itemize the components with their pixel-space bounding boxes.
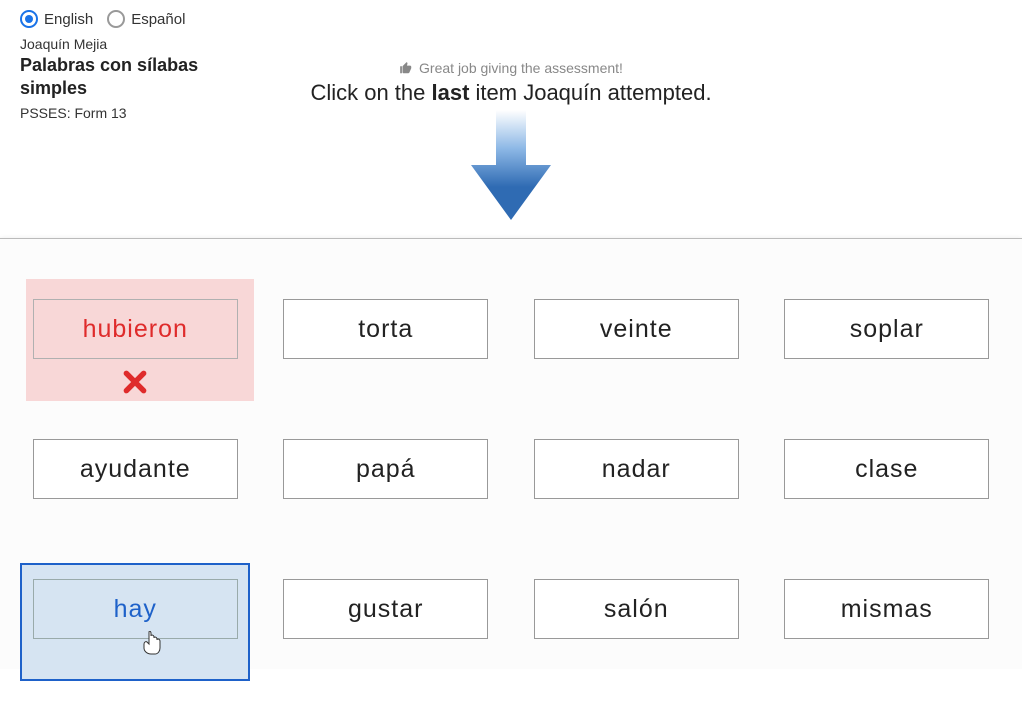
word-cell-hay[interactable]: hay <box>30 579 241 639</box>
x-mark-icon <box>122 369 148 400</box>
radio-english-label: English <box>44 11 93 28</box>
radio-icon <box>107 10 125 28</box>
word-card: mismas <box>784 579 989 639</box>
student-name: Joaquín Mejia <box>20 36 1002 52</box>
word-cell-hubieron[interactable]: hubieron <box>30 299 241 359</box>
word-cell-papa[interactable]: papá <box>281 439 492 499</box>
word-cell-ayudante[interactable]: ayudante <box>30 439 241 499</box>
language-selector: English Español <box>20 10 1002 28</box>
word-card: soplar <box>784 299 989 359</box>
down-arrow-icon <box>471 110 551 225</box>
radio-icon <box>20 10 38 28</box>
word-cell-gustar[interactable]: gustar <box>281 579 492 639</box>
word-card: gustar <box>283 579 488 639</box>
word-card: hay <box>33 579 238 639</box>
word-card: ayudante <box>33 439 238 499</box>
radio-espanol[interactable]: Español <box>107 10 185 28</box>
instr-bold: last <box>432 80 470 105</box>
word-card: veinte <box>534 299 739 359</box>
word-grid: hubieron torta veinte soplar ayudante pa… <box>30 299 992 639</box>
cursor-icon <box>142 631 162 660</box>
praise-label: Great job giving the assessment! <box>419 60 623 76</box>
instruction-block: Great job giving the assessment! Click o… <box>0 60 1022 106</box>
word-cell-clase[interactable]: clase <box>782 439 993 499</box>
instruction-text: Click on the last item Joaquín attempted… <box>0 80 1022 106</box>
radio-english[interactable]: English <box>20 10 93 28</box>
header-area: English Español Joaquín Mejia Palabras c… <box>0 0 1022 238</box>
word-card: hubieron <box>33 299 238 359</box>
word-cell-mismas[interactable]: mismas <box>782 579 993 639</box>
word-card: salón <box>534 579 739 639</box>
instr-post: item Joaquín attempted. <box>469 80 711 105</box>
radio-espanol-label: Español <box>131 11 185 28</box>
word-card: clase <box>784 439 989 499</box>
thumbs-up-icon <box>399 61 413 75</box>
word-cell-nadar[interactable]: nadar <box>531 439 742 499</box>
word-card: nadar <box>534 439 739 499</box>
word-cell-salon[interactable]: salón <box>531 579 742 639</box>
word-cell-soplar[interactable]: soplar <box>782 299 993 359</box>
word-cell-veinte[interactable]: veinte <box>531 299 742 359</box>
word-grid-area: hubieron torta veinte soplar ayudante pa… <box>0 239 1022 669</box>
word-cell-torta[interactable]: torta <box>281 299 492 359</box>
word-card: papá <box>283 439 488 499</box>
word-card: torta <box>283 299 488 359</box>
instr-pre: Click on the <box>310 80 431 105</box>
praise-text: Great job giving the assessment! <box>399 60 623 76</box>
